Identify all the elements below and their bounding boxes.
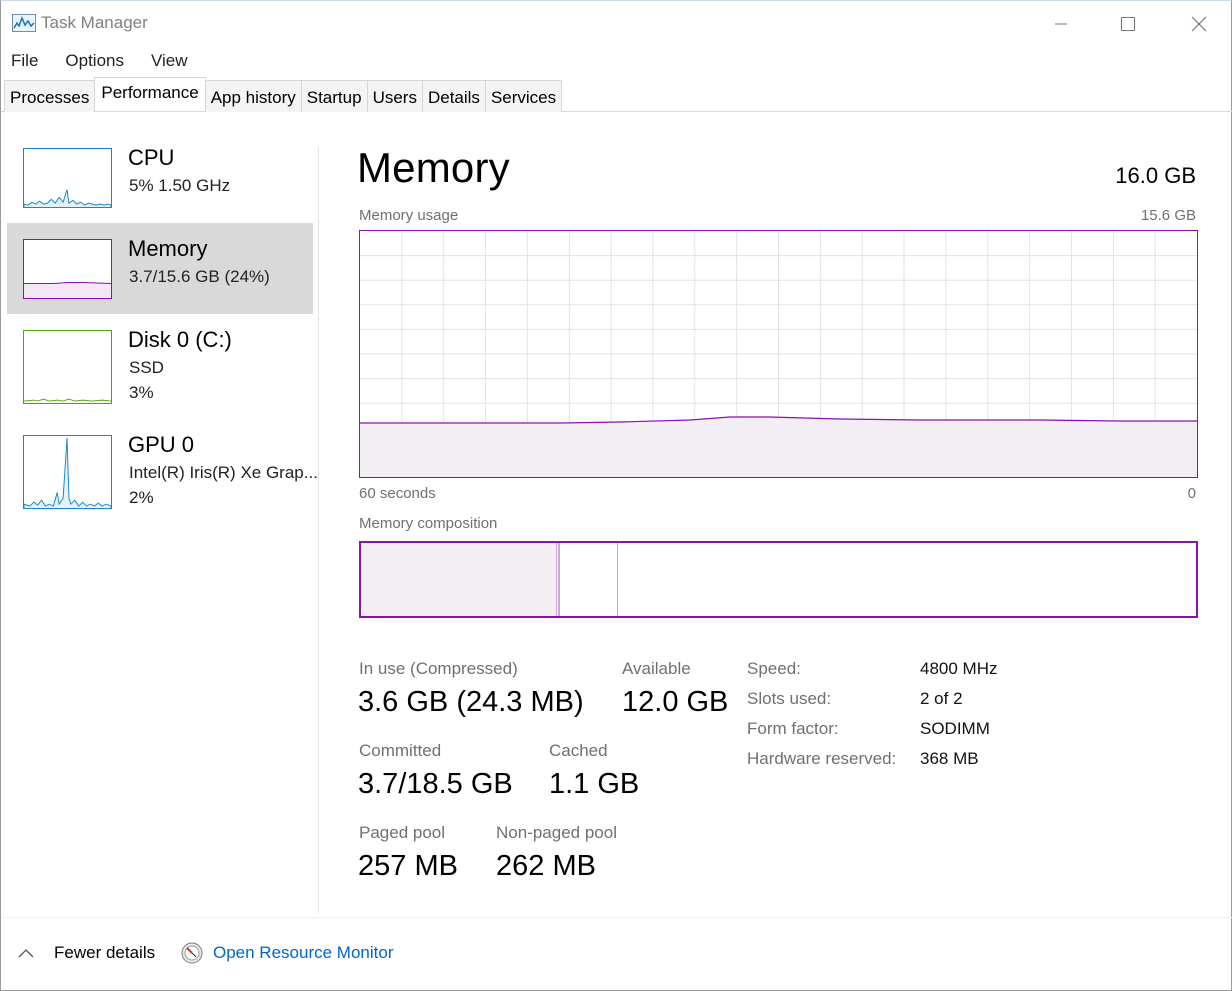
fewer-details-label: Fewer details: [54, 943, 156, 962]
sidebar-memory-detail: 3.7/15.6 GB (24%): [129, 267, 270, 286]
hardware-reserved-key: Hardware reserved:: [747, 749, 897, 768]
sidebar-disk-usage: 3%: [129, 383, 154, 402]
sidebar-memory-title: Memory: [128, 236, 208, 261]
non-paged-pool-label: Non-paged pool: [496, 823, 617, 842]
available-value: 12.0 GB: [622, 686, 729, 718]
menu-file[interactable]: File: [1, 49, 47, 75]
title-bar[interactable]: Task Manager: [1, 1, 1231, 45]
open-resource-monitor-label: Open Resource Monitor: [213, 943, 394, 962]
fewer-details-button[interactable]: Fewer details: [17, 943, 155, 963]
tab-processes[interactable]: Processes: [4, 80, 96, 112]
composition-in-use-segment: [361, 543, 557, 616]
graph-time-left: 60 seconds: [359, 485, 436, 502]
speed-key: Speed:: [747, 659, 801, 678]
sidebar-cpu-title: CPU: [128, 145, 175, 170]
chevron-up-icon: [18, 949, 34, 958]
memory-usage-label: Memory usage: [359, 207, 459, 224]
tab-users[interactable]: Users: [366, 80, 423, 112]
open-resource-monitor-link[interactable]: Open Resource Monitor: [181, 942, 393, 964]
window-title: Task Manager: [41, 13, 148, 32]
sidebar-item-disk[interactable]: Disk 0 (C:) SSD 3%: [7, 314, 313, 405]
menu-view[interactable]: View: [141, 49, 197, 75]
sidebar-gpu-name: Intel(R) Iris(R) Xe Grap...: [129, 463, 318, 482]
slots-key: Slots used:: [747, 689, 832, 708]
menu-options[interactable]: Options: [55, 49, 133, 75]
speed-value: 4800 MHz: [920, 659, 998, 678]
sidebar-disk-type: SSD: [129, 358, 164, 377]
in-use-label: In use (Compressed): [359, 659, 518, 678]
memory-usage-area: [360, 417, 1197, 477]
paged-pool-label: Paged pool: [359, 823, 446, 842]
minimize-button[interactable]: [1038, 7, 1084, 41]
tab-startup[interactable]: Startup: [300, 80, 368, 112]
memory-usage-graph: [359, 230, 1198, 478]
sidebar-gpu-title: GPU 0: [128, 432, 195, 457]
close-icon: [1191, 16, 1207, 32]
cached-value: 1.1 GB: [549, 768, 640, 800]
resource-monitor-icon: [181, 942, 203, 964]
cpu-mini-graph: [23, 148, 112, 208]
available-label: Available: [622, 659, 691, 678]
footer-divider: [1, 917, 1232, 918]
sidebar-divider: [318, 147, 319, 913]
sidebar-disk-title: Disk 0 (C:): [128, 327, 232, 352]
committed-value: 3.7/18.5 GB: [358, 768, 513, 800]
memory-usage-max: 15.6 GB: [1140, 207, 1196, 224]
disk-mini-graph: [23, 330, 112, 404]
sidebar-cpu-detail: 5% 1.50 GHz: [129, 176, 231, 195]
tab-app-history[interactable]: App history: [204, 80, 302, 112]
paged-pool-value: 257 MB: [358, 850, 458, 882]
sidebar-item-memory[interactable]: Memory 3.7/15.6 GB (24%): [7, 223, 313, 314]
memory-composition-label: Memory composition: [359, 515, 498, 532]
non-paged-pool-value: 262 MB: [496, 850, 596, 882]
close-button[interactable]: [1176, 7, 1222, 41]
form-factor-key: Form factor:: [747, 719, 839, 738]
committed-label: Committed: [359, 741, 442, 760]
graph-time-right: 0: [1187, 485, 1196, 502]
tab-strip: Processes Performance App history Startu…: [4, 77, 563, 112]
sidebar-gpu-usage: 2%: [129, 488, 154, 507]
form-factor-value: SODIMM: [920, 719, 990, 738]
cached-label: Cached: [549, 741, 608, 760]
in-use-value: 3.6 GB (24.3 MB): [358, 686, 584, 718]
tab-performance[interactable]: Performance: [94, 77, 206, 111]
minimize-icon: [1055, 23, 1067, 25]
task-manager-window: Task Manager File Options View Processes…: [0, 0, 1232, 991]
memory-composition-bar: [359, 541, 1198, 618]
memory-total: 16.0 GB: [1115, 163, 1196, 188]
page-title: Memory: [357, 144, 510, 191]
tab-details[interactable]: Details: [421, 80, 486, 112]
maximize-button[interactable]: [1105, 7, 1151, 41]
memory-mini-graph: [23, 239, 112, 299]
sidebar-item-cpu[interactable]: CPU 5% 1.50 GHz: [7, 132, 313, 223]
sidebar-item-gpu[interactable]: GPU 0 Intel(R) Iris(R) Xe Grap... 2%: [7, 419, 318, 510]
composition-standby-segment: [560, 543, 618, 616]
tab-services[interactable]: Services: [484, 80, 563, 112]
menu-bar: File Options View: [1, 49, 197, 75]
task-manager-app-icon: [12, 14, 36, 32]
hardware-reserved-value: 368 MB: [920, 749, 979, 768]
gpu-mini-graph: [23, 435, 112, 509]
composition-free-segment: [619, 543, 1196, 616]
maximize-icon: [1121, 17, 1135, 31]
slots-value: 2 of 2: [920, 689, 963, 708]
